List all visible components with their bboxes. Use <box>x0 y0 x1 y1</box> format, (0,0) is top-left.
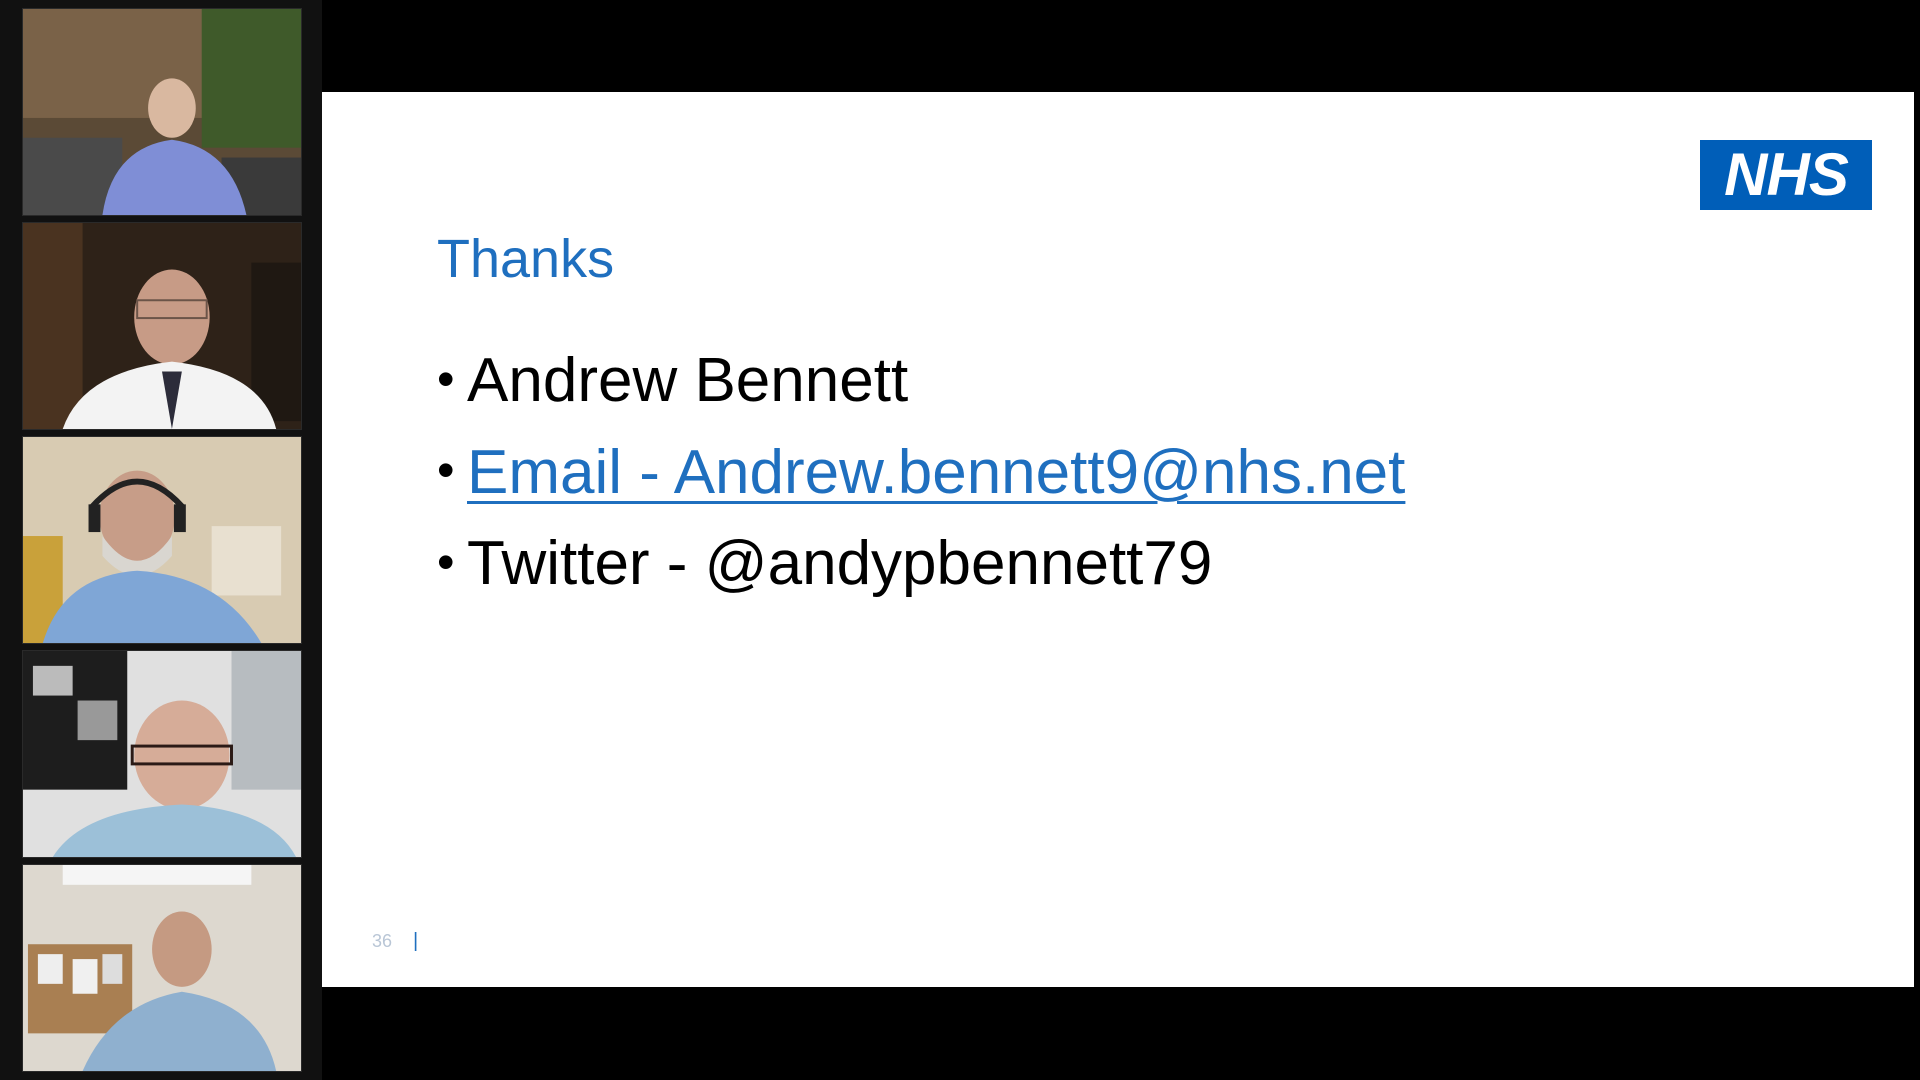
slide-title: Thanks <box>437 229 615 289</box>
shared-slide: NHS Thanks • Andrew Bennett • Email - Andr… <box>322 92 1914 987</box>
participant-2-image <box>23 223 301 429</box>
page-number: 36 <box>372 931 393 951</box>
bullet-dot: • <box>437 350 455 407</box>
bullet-text: Andrew Bennett <box>467 346 909 415</box>
footer-separator: | <box>413 930 419 952</box>
bullet-text: Twitter - @andypbennett79 <box>467 529 1213 599</box>
slide-footer: 36 | <box>372 930 418 953</box>
participant-1-image <box>23 9 301 215</box>
participant-5-image <box>23 865 301 1071</box>
participant-video-4[interactable] <box>22 650 302 858</box>
bullet-email: • Email - Andrew.bennett9@nhs.net <box>437 429 1405 521</box>
nhs-logo: NHS <box>1700 140 1872 210</box>
participant-video-1[interactable] <box>22 8 302 216</box>
bullet-list: • Andrew Bennett • Email - Andrew.bennett9… <box>437 337 1405 612</box>
bullet-twitter: • Twitter - @andypbennett79 <box>437 520 1405 612</box>
participant-video-3[interactable] <box>22 436 302 644</box>
participant-strip <box>0 0 322 1080</box>
participant-4-image <box>23 651 301 857</box>
bullet-name: • Andrew Bennett <box>437 337 1405 429</box>
bullet-dot: • <box>437 533 455 590</box>
participant-video-5[interactable] <box>22 864 302 1072</box>
participant-video-2[interactable] <box>22 222 302 430</box>
participant-3-image <box>23 437 301 643</box>
email-link[interactable]: Email - Andrew.bennett9@nhs.net <box>467 438 1405 507</box>
bullet-dot: • <box>437 442 455 499</box>
